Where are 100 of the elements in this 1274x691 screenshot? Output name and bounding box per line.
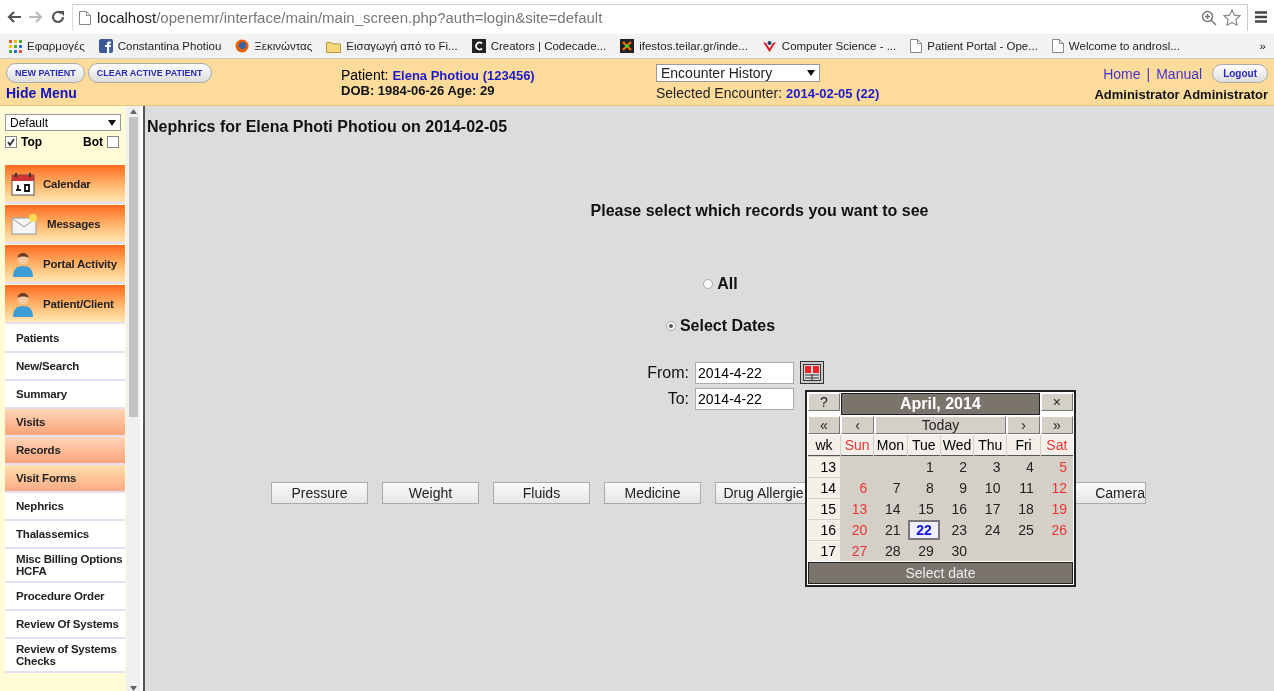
menu-item[interactable]: Misc Billing Options HCFA [5,549,125,583]
menu-button[interactable]: Patient/Client [5,285,125,324]
bookmark-link[interactable]: Εισαγωγή από το Fi... [326,39,458,53]
help-button[interactable]: ? [808,393,840,411]
check-mark-icon [7,138,15,146]
person-icon [11,250,35,277]
menu-item[interactable]: Records [5,437,125,465]
back-arrow-icon[interactable] [6,10,22,24]
from-label: From: [646,363,689,382]
logout-button[interactable]: Logout [1212,64,1268,83]
calendar-day[interactable]: 22 [907,520,940,540]
today-button[interactable]: Today [875,416,1006,434]
x-square-icon [620,39,635,53]
zoom-icon[interactable] [1201,9,1217,26]
bookmarks-overflow-button[interactable]: » [1259,40,1266,52]
page-icon [910,39,923,53]
top-checkbox-label[interactable]: Top [5,135,43,149]
scrollbar-thumb[interactable] [128,117,138,417]
weekday-header: Tue [907,435,940,456]
week-number: 17 [808,541,840,561]
patient-label: Patient: Elena Photiou (123456) [341,67,536,83]
selected-encounter-text: Selected Encounter: 2014-02-05 (22) [656,85,880,101]
scroll-down-icon[interactable] [129,686,137,691]
close-button[interactable]: × [1040,393,1073,411]
week-number: 16 [808,520,840,540]
from-date-field[interactable]: 2014-4-22 [695,361,794,384]
to-date-field[interactable]: 2014-4-22 [695,388,794,410]
radio-button[interactable] [665,321,676,331]
menu-item[interactable]: Patients [5,325,125,353]
calendar-footer: Select date [808,562,1073,584]
dropdown-arrow-icon [807,70,815,76]
radio-button[interactable] [703,279,714,289]
menu-icon[interactable] [1254,10,1268,24]
dob-age-text: DOB: 1984-06-26 Age: 29 [341,83,496,98]
menu-item[interactable]: Thalassemics [5,521,125,549]
weekday-header: Sun [841,435,874,456]
bookmark-link[interactable]: Welcome to androsl... [1051,39,1180,53]
bookmark-link[interactable]: ifestos.teilar.gr/inde... [620,39,748,53]
next-year-button[interactable]: » [1041,416,1073,434]
calendar-icon [11,171,35,196]
encounter-dropdown[interactable]: Encounter History [656,64,820,82]
week-number: 13 [808,457,840,477]
header-button[interactable]: CLEAR ACTIVE PATIENT [87,63,212,83]
menu-item[interactable]: Nephrics [5,493,125,521]
calendar-picker-button[interactable] [800,361,824,384]
home-link[interactable]: Home [1103,65,1141,82]
page-title: Nephrics for Elena Photi Photiou on 2014-02-05 [146,117,509,136]
bot-checkbox-label[interactable]: Bot [83,135,119,149]
week-column-header: wk [808,435,840,456]
weekday-header: Mon [874,435,907,456]
page-icon [1051,39,1064,53]
bookmark-link[interactable]: Computer Science - ... [761,39,897,53]
week-number: 14 [808,478,840,498]
bookmark-link[interactable]: Constantina Photiou [98,39,222,53]
record-button[interactable]: Fluids [493,482,590,504]
bookmark-link[interactable]: Patient Portal - Ope... [910,39,1038,53]
user-name: Administrator Administrator [1094,87,1268,102]
menu-item[interactable]: Review Of Systems [5,611,125,639]
previous-month-button[interactable]: ‹ [841,416,874,434]
v-mark-icon [761,39,777,53]
to-label: To: [666,390,689,408]
bookmark-link[interactable]: Εφαρμογές [8,39,85,53]
menu-button[interactable]: Calendar [5,165,125,204]
previous-year-button[interactable]: « [808,416,840,434]
url-text: localhost/openemr/interface/main/main_screen.php?auth=login&site=default [97,9,603,26]
record-button[interactable]: Weight [382,482,479,504]
scroll-up-icon[interactable] [129,109,137,114]
record-button[interactable]: Camera [1074,482,1146,504]
url-field[interactable]: localhost/openemr/interface/main/main_screen.php?auth=login&site=default [72,3,1248,31]
next-month-button[interactable]: › [1007,416,1040,434]
globe-icon [235,39,250,53]
menu-item[interactable]: Summary [5,381,125,409]
dropdown-arrow-icon [108,119,116,126]
menu-button[interactable]: Messages [5,205,125,244]
star-icon[interactable] [1223,9,1241,26]
menu-item[interactable]: Review of Systems Checks [5,639,125,673]
manual-link[interactable]: Manual [1156,65,1203,82]
view-dropdown[interactable]: Default [5,114,121,131]
hide-menu-link[interactable]: Hide Menu [6,85,341,101]
bookmark-link[interactable]: Creators | Codecade... [471,39,607,53]
page-icon [79,10,91,25]
menu-item[interactable]: New/Search [5,353,125,381]
menu-button[interactable]: Portal Activity [5,245,125,284]
apps-grid-icon [8,39,22,53]
radio-option[interactable]: All [703,275,738,293]
envelope-icon [11,212,39,235]
link-separator: | [1146,65,1151,82]
header-button[interactable]: NEW PATIENT [6,63,85,83]
checkbox[interactable] [5,136,17,148]
calendar-grid-icon [803,364,821,381]
record-button[interactable]: Medicine [604,482,701,504]
menu-item[interactable]: Visits [5,409,125,437]
radio-option[interactable]: Select Dates [665,317,776,335]
record-button[interactable]: Pressure [271,482,368,504]
menu-item[interactable]: Visit Forms [5,465,125,493]
checkbox[interactable] [107,136,119,148]
menu-item[interactable]: Procedure Order [5,583,125,611]
c-square-icon [471,39,486,53]
bookmark-link[interactable]: Ξεκινώντας [235,39,313,53]
reload-icon[interactable] [50,9,66,25]
